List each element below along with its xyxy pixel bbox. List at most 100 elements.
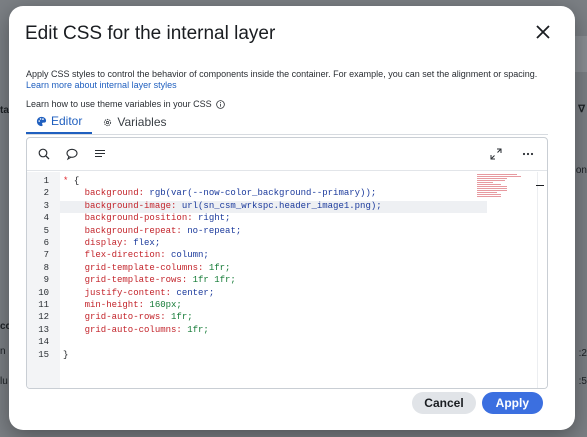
code-line: background-repeat: no-repeat; xyxy=(63,225,242,238)
code-token: right; xyxy=(198,213,231,224)
code-line: display: flex; xyxy=(63,238,161,250)
tab-editor-label: Editor xyxy=(51,114,83,128)
modal-description: Apply CSS styles to control the behavior… xyxy=(26,69,538,79)
code-line: flex-direction: column; xyxy=(63,250,209,262)
editor-toolbar xyxy=(27,138,547,171)
comment-button[interactable] xyxy=(65,147,79,161)
expand-button[interactable] xyxy=(489,147,503,161)
code-token: url(sn_csm_wrkspc.header_image1.png); xyxy=(181,200,382,211)
close-icon xyxy=(536,25,550,39)
line-number-text: 10 xyxy=(38,287,49,298)
line-number-text: 6 xyxy=(43,238,49,248)
info-icon[interactable] xyxy=(215,99,225,109)
code-token: grid-template-columns: xyxy=(63,262,209,273)
code-token: column; xyxy=(171,250,209,261)
code-line: background: rgb(var(--now-color_backgrou… xyxy=(63,188,377,200)
line-number-text: 13 xyxy=(38,324,49,335)
line-number-text: 9 xyxy=(43,275,49,286)
theme-variables-hint: Learn how to use theme variables in your… xyxy=(26,99,225,109)
code-token: { xyxy=(73,176,80,186)
tab-variables-label: Variables xyxy=(117,115,167,129)
line-number: 11 xyxy=(27,300,49,312)
minimap-line xyxy=(477,186,507,188)
modal-footer: Cancel Apply xyxy=(412,392,543,414)
bg-fragment: ta xyxy=(0,105,9,116)
code-token: 160px; xyxy=(149,300,182,310)
code-token: rgb(var(--now-color_background--primary)… xyxy=(149,188,377,199)
line-number: 13 xyxy=(27,325,49,337)
modal-title: Edit CSS for the internal layer xyxy=(25,23,276,44)
code-token: center; xyxy=(176,287,215,298)
code-token: display: xyxy=(63,238,134,248)
expand-icon xyxy=(490,148,502,160)
code-token: 1fr 1fr; xyxy=(192,275,236,286)
line-number: 8 xyxy=(27,263,49,275)
line-number-text: 7 xyxy=(43,250,49,261)
bg-fragment: n xyxy=(0,346,6,357)
code-minimap[interactable] xyxy=(475,172,535,208)
code-token: } xyxy=(63,349,69,360)
code-token: grid-template-rows: xyxy=(63,275,193,286)
minimap-line xyxy=(477,184,501,186)
format-icon xyxy=(95,149,105,158)
code-line: grid-template-rows: 1fr 1fr; xyxy=(63,275,236,287)
gear-icon xyxy=(104,118,112,126)
line-number: 9 xyxy=(27,275,49,287)
close-button[interactable] xyxy=(533,22,553,42)
minimap-line xyxy=(477,174,517,176)
line-number-text: 5 xyxy=(43,225,49,236)
code-line: grid-auto-rows: 1fr; xyxy=(63,312,193,324)
bg-fragment: :2 xyxy=(578,348,587,359)
format-button[interactable] xyxy=(93,147,107,161)
line-number: 4 xyxy=(27,213,49,225)
code-token: flex; xyxy=(133,238,161,248)
cancel-button[interactable]: Cancel xyxy=(412,392,476,414)
line-number: 2 xyxy=(27,188,49,200)
more-icon xyxy=(522,152,534,156)
editor-scrollbar[interactable] xyxy=(537,172,545,388)
code-line: grid-template-columns: 1fr; xyxy=(63,262,231,275)
minimap-line xyxy=(477,190,507,192)
code-area[interactable]: 1 * {2 background: rgb(var(--now-color_ba… xyxy=(27,172,547,388)
line-number-text: 12 xyxy=(38,312,49,323)
line-number-text: 3 xyxy=(43,200,49,211)
line-number-text: 11 xyxy=(38,300,49,310)
line-number-text: 8 xyxy=(43,262,49,273)
more-options-button[interactable] xyxy=(521,147,535,161)
learn-more-link[interactable]: Learn more about internal layer styles xyxy=(26,80,177,90)
tab-editor[interactable]: Editor xyxy=(26,114,93,134)
bg-fragment: lu xyxy=(0,376,8,387)
code-token: min-height: xyxy=(63,300,150,310)
code-token: background-repeat: xyxy=(63,225,188,236)
minimap-line xyxy=(477,176,521,178)
line-number-text: 2 xyxy=(43,188,49,199)
code-token: grid-auto-rows: xyxy=(63,312,172,323)
code-token: 1fr; xyxy=(208,262,231,273)
palette-icon xyxy=(36,116,47,126)
apply-button[interactable]: Apply xyxy=(481,392,543,414)
line-number-text: 15 xyxy=(38,349,49,360)
editor-tabs: Editor Variables xyxy=(26,114,177,134)
minimap-line xyxy=(477,180,505,182)
code-token: grid-auto-columns: xyxy=(63,324,188,335)
line-number-text: 14 xyxy=(38,337,49,348)
line-number: 3 xyxy=(27,201,49,213)
search-button[interactable] xyxy=(37,147,51,161)
tab-variables[interactable]: Variables xyxy=(92,114,176,134)
scrollbar-marker xyxy=(536,185,544,186)
minimap-line xyxy=(477,188,507,190)
minimap-line xyxy=(477,178,507,180)
code-token: justify-content: xyxy=(63,287,177,298)
line-number: 15 xyxy=(27,350,49,362)
line-number-text: 4 xyxy=(43,213,49,224)
theme-hint-text: Learn how to use theme variables in your… xyxy=(26,99,212,109)
css-code-editor[interactable]: 1 * {2 background: rgb(var(--now-color_ba… xyxy=(26,137,548,389)
line-number: 6 xyxy=(27,238,49,250)
code-token: background-image: xyxy=(63,200,182,211)
line-number: 10 xyxy=(27,288,49,300)
code-token: no-repeat; xyxy=(187,225,242,236)
code-token: * xyxy=(63,176,74,186)
code-line: } xyxy=(63,350,68,362)
minimap-line xyxy=(477,196,501,198)
bg-fragment: :5 xyxy=(578,376,587,387)
